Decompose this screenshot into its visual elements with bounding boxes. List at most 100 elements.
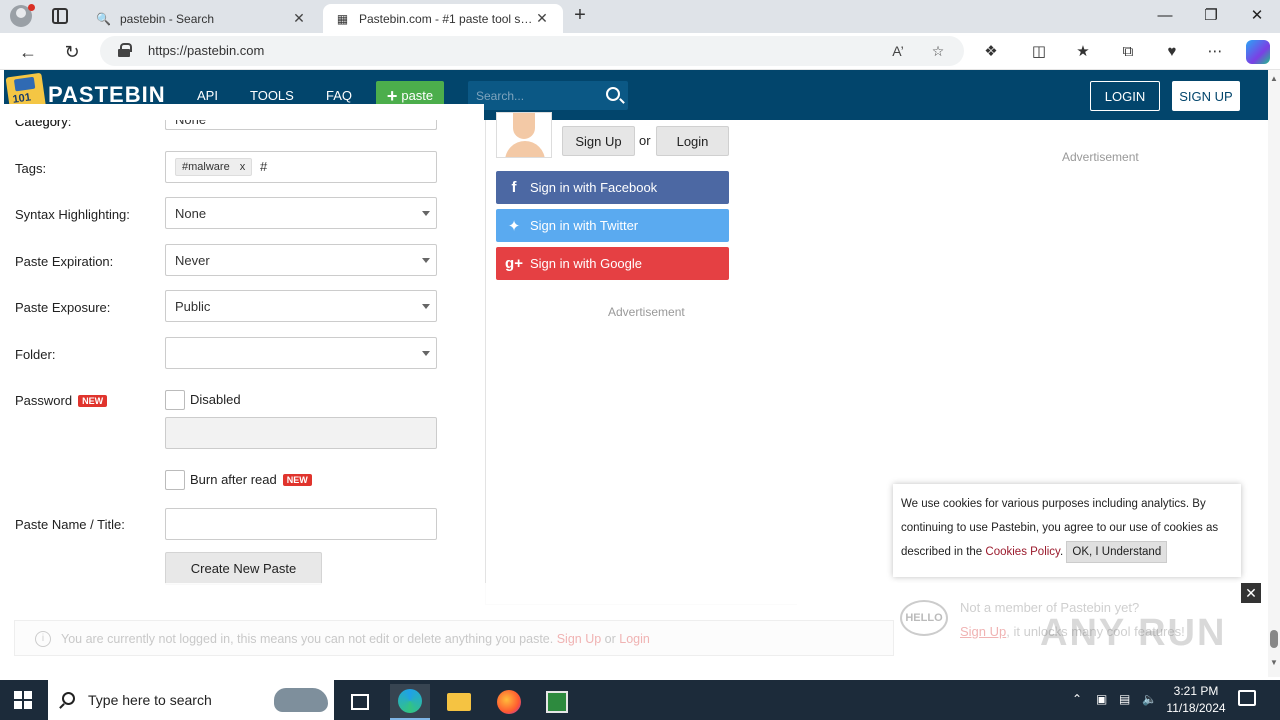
hello-bubble-icon: HELLO: [900, 600, 948, 636]
tag-chip: #malware x: [175, 158, 253, 176]
tab-pastebin[interactable]: ▦ Pastebin.com - #1 paste tool since 200…: [323, 4, 563, 33]
paste-button-label: paste: [401, 88, 434, 103]
refresh-icon[interactable]: ↻: [59, 39, 85, 65]
more-menu-icon[interactable]: ⋯: [1204, 41, 1226, 63]
clock-date: 11/18/2024: [1166, 701, 1226, 715]
volume-icon[interactable]: 🔈: [1142, 692, 1157, 706]
twitter-signin-button[interactable]: ✦ Sign in with Twitter: [496, 209, 729, 242]
site-search-input[interactable]: Search...: [468, 81, 628, 110]
minimize-icon[interactable]: —: [1142, 4, 1188, 28]
chevron-down-icon: [422, 258, 430, 263]
password-checkbox[interactable]: [165, 390, 185, 410]
column-divider: [485, 120, 486, 604]
syntax-value: None: [175, 206, 207, 221]
window-close-icon[interactable]: ✕: [1234, 4, 1280, 28]
split-screen-icon[interactable]: ◫: [1028, 41, 1050, 63]
lock-icon[interactable]: [118, 43, 132, 57]
read-aloud-icon[interactable]: A’: [888, 41, 908, 61]
notice-login-link[interactable]: Login: [619, 632, 650, 646]
cookie-accept-button[interactable]: OK, I Understand: [1066, 541, 1168, 563]
header-login-button[interactable]: LOGIN: [1090, 81, 1160, 111]
create-new-paste-button[interactable]: Create New Paste: [165, 552, 322, 585]
twitter-icon: ✦: [507, 217, 521, 235]
exposure-label: Paste Exposure:: [15, 300, 111, 315]
favorites-icon[interactable]: ★: [1072, 41, 1094, 63]
edge-icon: [398, 689, 422, 713]
password-input[interactable]: [165, 417, 437, 449]
close-promo-icon[interactable]: ✕: [1241, 583, 1261, 603]
page-scrollbar[interactable]: ▲ ▼: [1268, 70, 1280, 677]
collections-icon[interactable]: ⧉: [1117, 41, 1139, 63]
close-tab-icon[interactable]: ✕: [533, 10, 551, 27]
scroll-thumb[interactable]: [1270, 630, 1278, 648]
taskbar-file-explorer[interactable]: [439, 684, 479, 720]
url-text[interactable]: https://pastebin.com: [148, 43, 264, 58]
restore-icon[interactable]: ❐: [1188, 4, 1234, 28]
info-icon: i: [35, 631, 51, 647]
password-checkbox-label[interactable]: Disabled: [190, 392, 241, 407]
expiration-select[interactable]: Never: [165, 244, 437, 276]
nav-faq[interactable]: FAQ: [326, 88, 352, 103]
taskbar-clock[interactable]: 3:21 PM 11/18/2024: [1160, 683, 1232, 717]
search-icon: 🔍: [96, 11, 111, 26]
close-tab-icon[interactable]: ✕: [290, 10, 308, 27]
tag-chip-text: #malware: [182, 161, 230, 173]
taskbar-search-box[interactable]: Type here to search: [48, 680, 334, 720]
tab-search[interactable]: 🔍 pastebin - Search ✕: [84, 4, 320, 33]
windows-start-icon[interactable]: [14, 691, 32, 709]
or-text: or: [639, 133, 651, 148]
task-view-icon: [351, 694, 369, 710]
tags-typed-text: #: [260, 159, 268, 174]
paste-name-input[interactable]: [165, 508, 437, 540]
tray-chevron-up-icon[interactable]: ⌃: [1072, 692, 1082, 706]
sidebar-login-button[interactable]: Login: [656, 126, 729, 156]
facebook-signin-button[interactable]: f Sign in with Facebook: [496, 171, 729, 204]
taskbar-firefox[interactable]: [489, 684, 529, 720]
search-highlight-icon: [274, 688, 328, 712]
new-badge: NEW: [78, 395, 108, 407]
notice-message: You are currently not logged in, this me…: [61, 632, 554, 646]
password-label: Password NEW: [15, 393, 108, 408]
new-tab-plus-icon[interactable]: +: [568, 5, 592, 27]
sidebar-signup-button[interactable]: Sign Up: [562, 126, 635, 156]
burn-after-read-checkbox[interactable]: [165, 470, 185, 490]
facebook-icon: f: [511, 179, 517, 196]
app-icon: [546, 691, 568, 713]
plus-icon: +: [386, 85, 398, 106]
taskbar-edge[interactable]: [390, 684, 430, 720]
search-icon[interactable]: [606, 87, 620, 101]
tray-device-icon[interactable]: ▣: [1096, 692, 1107, 706]
nav-tools[interactable]: TOOLS: [250, 88, 294, 103]
syntax-select[interactable]: None: [165, 197, 437, 229]
remove-tag-icon[interactable]: x: [240, 161, 246, 173]
search-placeholder: Search...: [476, 89, 525, 103]
password-label-text: Password: [15, 393, 73, 408]
task-view-button[interactable]: [340, 684, 380, 720]
cookies-policy-link[interactable]: Cookies Policy: [985, 546, 1060, 558]
member-signup-link[interactable]: Sign Up: [960, 624, 1006, 639]
notification-dot-icon: [28, 4, 35, 11]
exposure-select[interactable]: Public: [165, 290, 437, 322]
scroll-up-icon[interactable]: ▲: [1270, 74, 1278, 83]
chevron-down-icon: [422, 211, 430, 216]
scroll-down-icon[interactable]: ▼: [1270, 658, 1278, 667]
extensions-icon[interactable]: ❖: [980, 41, 1002, 63]
address-bar[interactable]: https://pastebin.com A’ ☆: [100, 36, 964, 66]
header-signup-button[interactable]: SIGN UP: [1172, 81, 1240, 111]
notice-signup-link[interactable]: Sign Up: [557, 632, 601, 646]
taskbar-search-placeholder: Type here to search: [88, 692, 212, 708]
browser-essentials-icon[interactable]: ♥: [1161, 41, 1183, 63]
tab-actions-icon[interactable]: [52, 8, 68, 24]
tags-input[interactable]: #malware x #: [165, 151, 437, 183]
copilot-icon[interactable]: [1246, 40, 1270, 64]
google-signin-button[interactable]: g+ Sign in with Google: [496, 247, 729, 280]
favorite-star-icon[interactable]: ☆: [928, 41, 948, 61]
nav-api[interactable]: API: [197, 88, 218, 103]
notification-center-icon[interactable]: [1238, 690, 1256, 706]
back-arrow-icon[interactable]: ←: [15, 39, 41, 65]
taskbar-app[interactable]: [537, 684, 577, 720]
burn-after-read-label[interactable]: Burn after read NEW: [190, 472, 312, 487]
notice-text: You are currently not logged in, this me…: [61, 632, 650, 646]
network-icon[interactable]: ▤: [1119, 692, 1130, 706]
folder-select[interactable]: [165, 337, 437, 369]
